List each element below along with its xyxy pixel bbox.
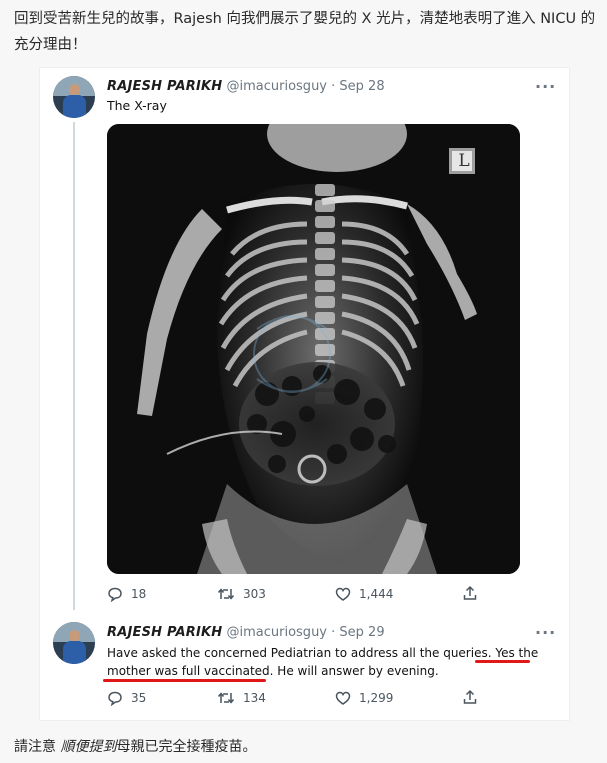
xray-image[interactable]: L [107,124,520,574]
more-icon[interactable]: ··· [535,77,556,96]
highlight-underline [475,660,530,663]
retweet-count: 303 [243,587,266,601]
tweet-text-line-1: Have asked the concerned Pediatrian to a… [107,646,539,660]
share-icon [463,585,477,600]
author-handle[interactable]: @imacuriosguy [227,625,328,640]
author-handle[interactable]: @imacuriosguy [227,79,328,94]
reply-count: 18 [131,587,147,601]
avatar[interactable] [53,76,95,118]
footer-emphasis: 順便提到 [60,739,117,755]
share-button[interactable] [462,689,478,705]
reply-count: 35 [131,691,147,705]
share-icon [463,689,477,704]
header-separator: · [331,79,336,94]
retweet-icon [217,588,235,600]
highlight-underline [103,679,266,682]
tweet-date[interactable]: Sep 28 [339,79,384,94]
xray-illustration [107,124,520,574]
like-count: 1,444 [359,587,394,601]
like-count: 1,299 [359,691,394,705]
reply-button[interactable]: 18 [107,586,146,602]
reply-icon [108,691,122,706]
retweet-icon [217,692,235,704]
intro-paragraph: 回到受苦新生兒的故事，Rajesh 向我們展示了嬰兒的 X 光片，清楚地表明了進… [14,11,596,53]
retweet-count: 134 [243,691,266,705]
reply-icon [108,587,122,602]
reply-button[interactable]: 35 [107,690,146,706]
like-icon [335,587,351,601]
tweet-text-line-2: mother was full vaccinated. He will answ… [107,664,439,678]
header-separator: · [331,625,336,640]
footer-prefix: 請注意 [14,739,61,755]
avatar[interactable] [53,622,95,664]
xray-side-marker: L [458,151,470,171]
like-icon [335,691,351,705]
like-button[interactable]: 1,299 [335,690,393,706]
footer-note: 請注意 順便提到母親已完全接種疫苗。 [14,736,256,756]
tweet-header: RAJESH PARIKH @imacuriosguy · Sep 28 [107,79,385,94]
more-icon[interactable]: ··· [535,623,556,642]
retweet-button[interactable]: 134 [217,690,266,706]
author-name[interactable]: RAJESH PARIKH [107,79,222,94]
footer-suffix: 母親已完全接種疫苗。 [116,739,257,755]
thread-connector-line [73,122,75,610]
like-button[interactable]: 1,444 [335,586,393,602]
author-name[interactable]: RAJESH PARIKH [107,625,222,640]
tweet-date[interactable]: Sep 29 [339,625,384,640]
share-button[interactable] [462,585,478,601]
retweet-button[interactable]: 303 [217,586,266,602]
tweet-header: RAJESH PARIKH @imacuriosguy · Sep 29 [107,625,385,640]
tweet-text: The X-ray [107,98,167,113]
